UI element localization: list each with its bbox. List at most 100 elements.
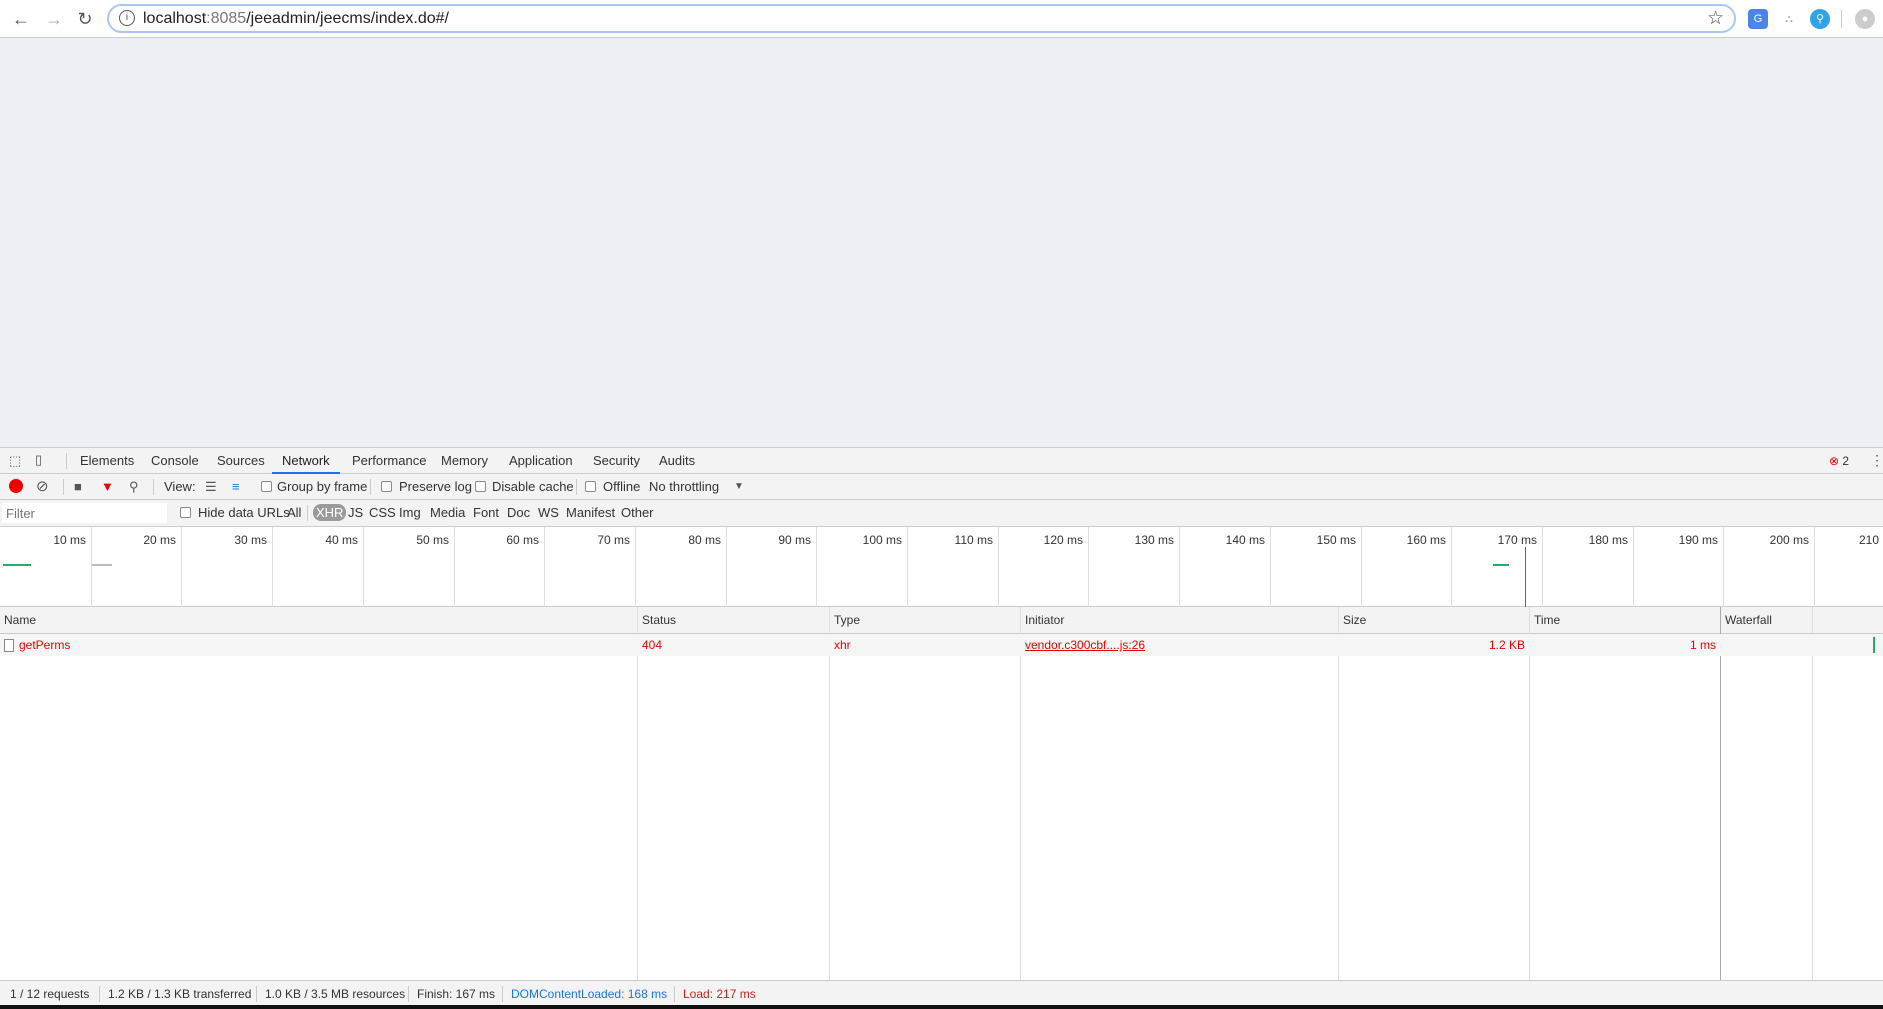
waterfall-view-icon[interactable]: ≡	[232, 479, 240, 494]
error-count: 2	[1842, 454, 1850, 468]
filter-icon[interactable]: ▼	[101, 479, 114, 494]
search-icon[interactable]: ⚲	[129, 479, 139, 495]
group-by-frame-checkbox[interactable]	[261, 481, 272, 492]
waterfall-bar	[1873, 637, 1875, 653]
timeline-tick-label: 30 ms	[234, 533, 267, 547]
translate-extension-icon[interactable]: G	[1748, 9, 1768, 29]
timeline-gridline	[635, 527, 636, 607]
disable-cache-checkbox[interactable]	[475, 481, 486, 492]
hide-data-urls-checkbox[interactable]	[180, 507, 191, 518]
tab-performance[interactable]: Performance	[342, 448, 436, 474]
url-port: :8085	[206, 10, 247, 27]
filter-type-media[interactable]: Media	[430, 505, 465, 520]
timeline-tick-label: 70 ms	[597, 533, 630, 547]
chevron-down-icon[interactable]: ▼	[734, 481, 744, 492]
filter-type-img[interactable]: Img	[399, 505, 421, 520]
screenshot-camera-icon[interactable]: ■	[74, 479, 82, 494]
url-text[interactable]: localhost:8085/jeeadmin/jeecms/index.do#…	[143, 10, 449, 28]
timeline-gridline	[726, 527, 727, 607]
filter-type-manifest[interactable]: Manifest	[566, 505, 615, 520]
device-toolbar-icon[interactable]: ▯	[35, 452, 42, 468]
column-header-size[interactable]: Size	[1339, 607, 1529, 634]
tab-network[interactable]: Network	[272, 448, 340, 474]
column-header-waterfall[interactable]: Waterfall	[1721, 607, 1883, 634]
network-toolbar: ⊘ ■ ▼ ⚲ View: ☰ ≡ Group by frame Preserv…	[0, 474, 1883, 500]
dcl-marker-line	[1525, 547, 1526, 607]
filter-type-js[interactable]: JS	[348, 505, 363, 520]
timeline-tick-label: 10 ms	[53, 533, 86, 547]
throttling-select[interactable]: No throttling	[649, 479, 719, 494]
clear-icon[interactable]: ⊘	[36, 477, 49, 495]
timeline-tick-label: 200 ms	[1769, 533, 1809, 547]
timeline-gridline	[181, 527, 182, 607]
timeline-overview[interactable]: 10 ms 20 ms 30 ms 40 ms 50 ms 60 ms 70 ms 80 ms…	[0, 527, 1883, 607]
column-header-name[interactable]: Name	[0, 607, 637, 634]
timeline-tick-label: 190 ms	[1678, 533, 1718, 547]
search-extension-icon[interactable]: ⚲	[1810, 9, 1830, 29]
divider	[66, 453, 67, 469]
error-icon: ⊗	[1829, 454, 1840, 468]
tab-elements[interactable]: Elements	[70, 448, 144, 474]
more-options-icon[interactable]: ⋮	[1870, 452, 1883, 469]
filter-type-all[interactable]: All	[287, 505, 301, 520]
tab-console[interactable]: Console	[141, 448, 209, 474]
requests-table: Name Status Type Initiator Size Time Wat…	[0, 607, 1883, 980]
network-status-bar: 1 / 12 requests 1.2 KB / 1.3 KB transfer…	[0, 980, 1883, 1005]
tab-sources[interactable]: Sources	[207, 448, 275, 474]
timeline-gridline	[91, 527, 92, 607]
filter-type-other[interactable]: Other	[621, 505, 654, 520]
file-icon	[4, 639, 14, 653]
profile-avatar-icon[interactable]: ●	[1855, 9, 1875, 29]
row-initiator-link[interactable]: vendor.c300cbf....js:26	[1021, 634, 1338, 656]
timeline-bar	[1493, 564, 1509, 566]
row-name-cell[interactable]: getPerms	[0, 634, 637, 656]
tab-security[interactable]: Security	[583, 448, 650, 474]
timeline-tick-label: 170 ms	[1497, 533, 1537, 547]
row-status: 404	[642, 638, 663, 652]
disable-cache-label: Disable cache	[492, 479, 574, 494]
filter-input[interactable]	[2, 503, 167, 523]
tab-memory[interactable]: Memory	[431, 448, 498, 474]
resources-size: 1.0 KB / 3.5 MB resources	[265, 987, 406, 1001]
timeline-tick-label: 110 ms	[954, 533, 993, 547]
tab-audits[interactable]: Audits	[649, 448, 705, 474]
filter-type-xhr[interactable]: XHR	[313, 504, 347, 521]
timeline-tick-label: 100 ms	[862, 533, 902, 547]
inspect-element-icon[interactable]: ⬚	[9, 453, 21, 469]
devtools-panel: ⬚ ▯ Elements Console Sources Network Per…	[0, 447, 1883, 1009]
offline-checkbox[interactable]	[585, 481, 596, 492]
back-button[interactable]: ←	[10, 8, 32, 30]
filter-type-ws[interactable]: WS	[538, 505, 559, 520]
filter-type-doc[interactable]: Doc	[507, 505, 530, 520]
timeline-tick-label: 120 ms	[1043, 533, 1083, 547]
preserve-log-checkbox[interactable]	[381, 481, 392, 492]
column-header-status[interactable]: Status	[638, 607, 829, 634]
info-icon[interactable]: i	[119, 10, 135, 26]
tab-application[interactable]: Application	[499, 448, 583, 474]
filter-type-css[interactable]: CSS	[369, 505, 396, 520]
column-header-time[interactable]: Time	[1530, 607, 1720, 634]
timeline-tick-label: 40 ms	[325, 533, 358, 547]
error-counter[interactable]: ⊗ 2	[1829, 454, 1849, 468]
filter-type-font[interactable]: Font	[473, 505, 499, 520]
timeline-tick-label: 180 ms	[1588, 533, 1628, 547]
timeline-gridline	[454, 527, 455, 607]
page-content	[0, 38, 1883, 447]
column-header-type[interactable]: Type	[830, 607, 1020, 634]
sitemap-extension-icon[interactable]: ⛬	[1779, 9, 1799, 29]
request-name: getPerms	[19, 638, 71, 652]
reload-button[interactable]: ↻	[74, 8, 96, 30]
row-type: xhr	[834, 638, 851, 652]
timeline-gridline	[1270, 527, 1271, 607]
finish-time: Finish: 167 ms	[417, 987, 496, 1001]
timeline-gridline	[1542, 527, 1543, 607]
browser-toolbar: ← → ↻ i localhost:8085/jeeadmin/jeecms/i…	[0, 0, 1883, 38]
address-bar[interactable]: i localhost:8085/jeeadmin/jeecms/index.d…	[107, 4, 1736, 33]
timeline-bar	[92, 564, 112, 566]
bookmark-star-icon[interactable]: ☆	[1707, 7, 1724, 30]
large-rows-icon[interactable]: ☰	[205, 479, 217, 495]
column-header-initiator[interactable]: Initiator	[1021, 607, 1338, 634]
forward-button[interactable]: →	[43, 8, 65, 30]
record-button[interactable]	[9, 479, 23, 493]
timeline-tick-label: 90 ms	[778, 533, 811, 547]
